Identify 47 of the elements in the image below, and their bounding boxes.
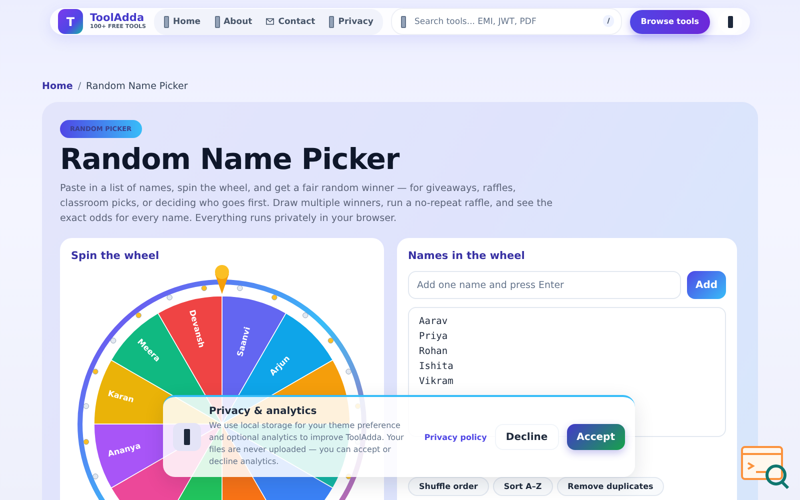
bar-icon <box>329 16 334 28</box>
rim-dot <box>110 338 116 344</box>
breadcrumb-link[interactable]: Home <box>42 81 73 92</box>
rim-dot <box>272 294 278 300</box>
add-button[interactable]: Add <box>687 271 726 299</box>
envelope-icon <box>266 18 274 25</box>
nav-link[interactable]: Privacy <box>323 12 380 30</box>
rim-dot <box>83 403 90 409</box>
nav-link[interactable]: Contact <box>260 12 322 30</box>
pointer-icon <box>215 265 229 294</box>
page-title: Random Name Picker <box>60 142 400 176</box>
rim-dot <box>237 285 243 292</box>
breadcrumb-separator: / <box>78 81 82 92</box>
card-title: Names in the wheel <box>408 250 526 262</box>
browse-tools-button[interactable]: Browse tools <box>630 10 710 34</box>
bar-icon <box>214 16 220 28</box>
bar-icon <box>164 16 169 28</box>
segment-label: Saanvi <box>235 326 252 358</box>
card-title: Spin the wheel <box>71 250 160 262</box>
rim-dot <box>83 439 90 445</box>
segment-label: Ananya <box>106 441 142 459</box>
rim-dot <box>136 312 142 318</box>
bar-icon <box>401 16 406 28</box>
breadcrumb-current: Random Name Picker <box>86 81 188 92</box>
list-action-button[interactable]: Sort A–Z <box>492 477 553 496</box>
rim-dot <box>346 368 352 374</box>
list-action-button[interactable]: Shuffle order <box>408 477 489 496</box>
segment-label: Karan <box>106 388 135 404</box>
decline-button[interactable]: Decline <box>494 424 559 450</box>
nav-link[interactable]: About <box>208 12 258 30</box>
list-action-button[interactable]: Remove duplicates <box>556 477 664 496</box>
logo-icon[interactable]: T <box>58 9 83 34</box>
consent-text: We use local storage for your theme preference and optional analytics to improve ToolAdda. Your files are never uploaded — you can accept or decline analytics. <box>209 420 405 468</box>
accept-button[interactable]: Accept <box>566 424 625 450</box>
cookie-icon <box>173 423 201 451</box>
name-input[interactable]: Add one name and press Enter <box>408 271 681 299</box>
rim-dot <box>166 294 172 300</box>
window-search-icon[interactable] <box>740 445 792 491</box>
page-description: Paste in a list of names, spin the wheel, and get a fair random winner — for giveaways, raffles, classroom picks, or deciding who goes first. Draw multiple winners, run a no-repeat raffle, and see the exact odds for every name. Everything runs privately in your browser. <box>60 182 554 226</box>
rim-dot <box>328 338 334 344</box>
rim-dot <box>302 312 308 318</box>
nav-link[interactable]: Home <box>158 12 207 30</box>
rim-dot <box>92 474 98 480</box>
brand-name[interactable]: ToolAdda <box>90 12 146 23</box>
consent-title: Privacy & analytics <box>209 406 318 417</box>
rim-dot <box>92 368 98 374</box>
rim-dot <box>201 285 207 292</box>
